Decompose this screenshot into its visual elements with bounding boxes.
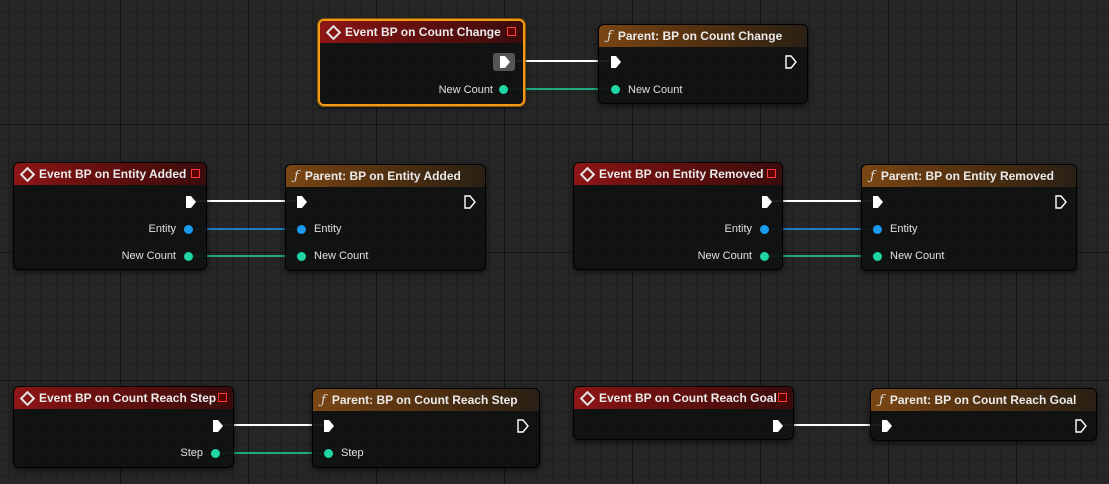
exec-output-pin[interactable]	[761, 195, 773, 209]
entity-input-pin[interactable]	[297, 225, 306, 234]
event-node-count-change[interactable]: Event BP on Count Change New Count	[318, 19, 525, 106]
node-title: Parent: BP on Count Reach Goal	[889, 393, 1077, 407]
exec-output-pin[interactable]	[493, 53, 515, 71]
new-count-input-pin[interactable]	[297, 252, 306, 261]
entity-output-pin[interactable]	[760, 225, 769, 234]
delegate-square-icon[interactable]	[507, 27, 516, 36]
node-title: Event BP on Count Reach Step	[39, 391, 217, 405]
event-node-count-reach-goal[interactable]: Event BP on Count Reach Goal	[573, 386, 794, 440]
pin-label-step: Step	[341, 447, 364, 459]
new-count-output-pin[interactable]	[499, 85, 508, 94]
parent-node-entity-removed[interactable]: ƒ Parent: BP on Entity Removed Entity Ne…	[861, 164, 1077, 271]
node-title: Event BP on Entity Removed	[599, 167, 764, 181]
function-f-icon: ƒ	[870, 168, 875, 184]
exec-output-pin[interactable]	[785, 55, 797, 69]
pin-label-step: Step	[180, 447, 203, 459]
event-diamond-icon	[325, 24, 342, 40]
step-output-pin[interactable]	[211, 449, 220, 458]
node-header[interactable]: ƒ Parent: BP on Entity Removed	[862, 165, 1076, 187]
parent-node-count-reach-goal[interactable]: ƒ Parent: BP on Count Reach Goal	[870, 388, 1097, 441]
function-f-icon: ƒ	[607, 28, 612, 44]
node-header[interactable]: ƒ Parent: BP on Count Reach Step	[313, 389, 539, 411]
new-count-input-pin[interactable]	[611, 85, 620, 94]
pin-label-entity: Entity	[890, 223, 918, 235]
step-input-pin[interactable]	[324, 449, 333, 458]
event-diamond-icon	[19, 166, 36, 182]
node-header[interactable]: Event BP on Count Change	[320, 21, 523, 43]
node-title: Event BP on Count Change	[345, 25, 501, 39]
exec-output-pin[interactable]	[517, 419, 529, 433]
node-header[interactable]: Event BP on Count Reach Step	[14, 387, 233, 409]
delegate-square-icon[interactable]	[767, 169, 776, 178]
delegate-square-icon[interactable]	[218, 393, 227, 402]
node-title: Parent: BP on Entity Added	[304, 169, 461, 183]
parent-node-entity-added[interactable]: ƒ Parent: BP on Entity Added Entity New …	[285, 164, 486, 271]
event-node-entity-removed[interactable]: Event BP on Entity Removed Entity New Co…	[573, 162, 783, 270]
pin-label-new-count: New Count	[697, 250, 752, 262]
delegate-square-icon[interactable]	[778, 393, 787, 402]
exec-output-pin[interactable]	[1075, 419, 1087, 433]
pin-label-entity: Entity	[724, 223, 752, 235]
entity-input-pin[interactable]	[873, 225, 882, 234]
node-header[interactable]: ƒ Parent: BP on Count Reach Goal	[871, 389, 1096, 411]
new-count-input-pin[interactable]	[873, 252, 882, 261]
pin-label-new-count: New Count	[121, 250, 176, 262]
new-count-output-pin[interactable]	[184, 252, 193, 261]
exec-output-pin[interactable]	[185, 195, 197, 209]
exec-input-pin[interactable]	[610, 55, 622, 69]
exec-arrow-icon	[500, 56, 510, 68]
parent-node-count-change[interactable]: ƒ Parent: BP on Count Change New Count	[598, 24, 808, 104]
node-header[interactable]: Event BP on Entity Added	[14, 163, 206, 185]
pin-label-new-count: New Count	[438, 84, 493, 96]
pin-label-new-count: New Count	[890, 250, 945, 262]
exec-output-pin[interactable]	[772, 419, 784, 433]
event-node-count-reach-step[interactable]: Event BP on Count Reach Step Step	[13, 386, 234, 468]
node-header[interactable]: ƒ Parent: BP on Count Change	[599, 25, 807, 47]
event-node-entity-added[interactable]: Event BP on Entity Added Entity New Coun…	[13, 162, 207, 270]
delegate-square-icon[interactable]	[191, 169, 200, 178]
new-count-output-pin[interactable]	[760, 252, 769, 261]
exec-output-pin[interactable]	[1055, 195, 1067, 209]
function-f-icon: ƒ	[294, 168, 299, 184]
exec-output-pin[interactable]	[464, 195, 476, 209]
pin-label-new-count: New Count	[628, 84, 683, 96]
node-title: Event BP on Entity Added	[39, 167, 187, 181]
exec-input-pin[interactable]	[296, 195, 308, 209]
function-f-icon: ƒ	[879, 392, 884, 408]
entity-output-pin[interactable]	[184, 225, 193, 234]
exec-input-pin[interactable]	[323, 419, 335, 433]
node-title: Parent: BP on Entity Removed	[880, 169, 1054, 183]
node-title: Parent: BP on Count Change	[617, 29, 783, 43]
function-f-icon: ƒ	[321, 392, 326, 408]
pin-label-entity: Entity	[148, 223, 176, 235]
event-diamond-icon	[579, 166, 596, 182]
parent-node-count-reach-step[interactable]: ƒ Parent: BP on Count Reach Step Step	[312, 388, 540, 468]
event-diamond-icon	[579, 390, 596, 406]
pin-label-entity: Entity	[314, 223, 342, 235]
pin-label-new-count: New Count	[314, 250, 369, 262]
node-header[interactable]: Event BP on Entity Removed	[574, 163, 782, 185]
node-title: Parent: BP on Count Reach Step	[331, 393, 518, 407]
exec-output-pin[interactable]	[212, 419, 224, 433]
node-header[interactable]: Event BP on Count Reach Goal	[574, 387, 793, 409]
node-header[interactable]: ƒ Parent: BP on Entity Added	[286, 165, 485, 187]
exec-input-pin[interactable]	[872, 195, 884, 209]
event-diamond-icon	[19, 390, 36, 406]
exec-input-pin[interactable]	[881, 419, 893, 433]
node-title: Event BP on Count Reach Goal	[599, 391, 777, 405]
